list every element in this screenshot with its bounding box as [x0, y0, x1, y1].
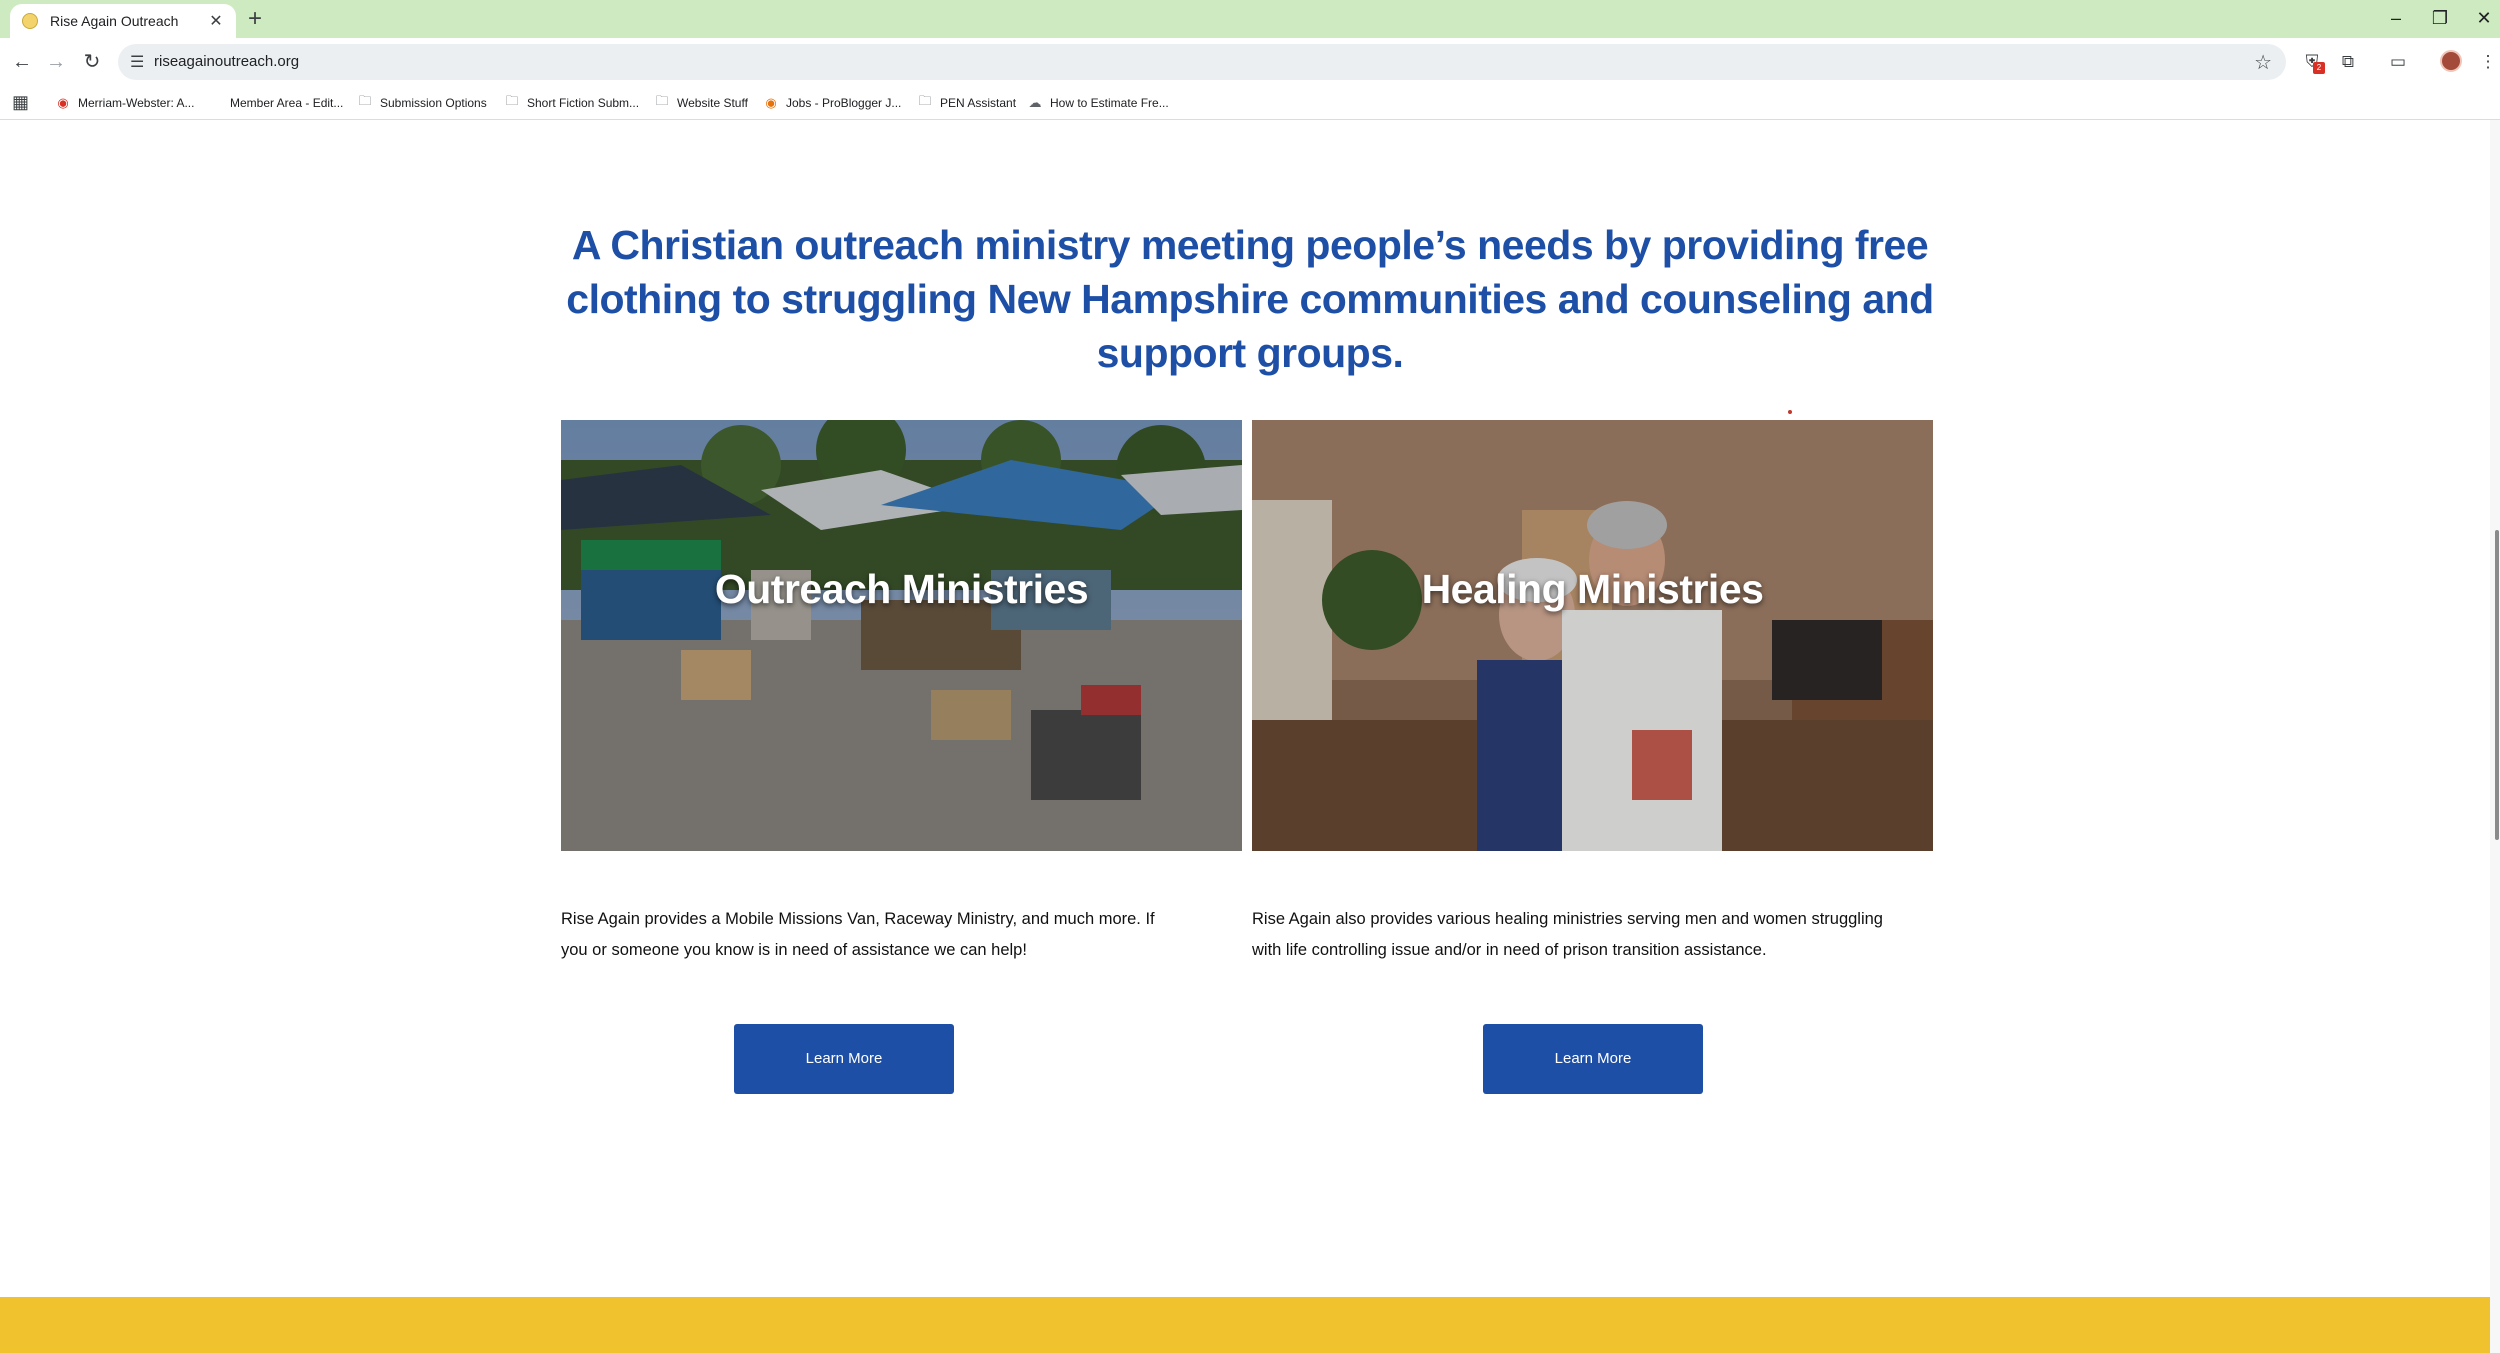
- bookmark-label: Jobs - ProBlogger J...: [786, 96, 902, 110]
- footer-banner: [0, 1297, 2490, 1353]
- bookmark-estimate[interactable]: ☁ How to Estimate Fre...: [1028, 93, 1169, 113]
- browser-toolbar: ← → ↻ ☰ riseagainoutreach.org ☆ ⛨ 2 ⧉ ▭ ⋮: [0, 38, 2500, 86]
- outreach-description: Rise Again provides a Mobile Missions Va…: [561, 910, 1155, 959]
- bookmark-short-fiction[interactable]: 🗀 Short Fiction Subm...: [505, 93, 639, 113]
- extensions-puzzle-icon[interactable]: ⧉: [2336, 50, 2360, 74]
- bookmark-submission-options[interactable]: 🗀 Submission Options: [358, 93, 487, 113]
- folder-icon: 🗀: [918, 93, 932, 108]
- bookmark-label: Website Stuff: [677, 96, 748, 110]
- bookmark-merriam-webster[interactable]: ◉ Merriam-Webster: A...: [56, 93, 194, 113]
- outreach-ministries-title: Outreach Ministries: [714, 566, 1089, 612]
- bookmark-problogger[interactable]: ◉ Jobs - ProBlogger J...: [764, 93, 901, 113]
- bookmark-star-icon[interactable]: ☆: [2254, 50, 2272, 75]
- mission-tagline: A Christian outreach ministry meeting pe…: [566, 222, 1934, 376]
- browser-menu-icon[interactable]: ⋮: [2476, 50, 2500, 74]
- bookmark-pen-assistant[interactable]: 🗀 PEN Assistant: [918, 93, 1016, 113]
- folder-icon: 🗀: [505, 93, 519, 108]
- folder-icon: 🗀: [655, 93, 669, 108]
- bookmark-label: Short Fiction Subm...: [527, 96, 640, 110]
- cast-media-icon[interactable]: ▭: [2386, 50, 2410, 74]
- back-arrow-icon[interactable]: ←: [8, 48, 36, 76]
- extension-badge: 2: [2313, 62, 2325, 74]
- healing-ministries-image[interactable]: Healing Ministries: [1252, 420, 1933, 851]
- cloud-icon: ☁: [1028, 95, 1042, 110]
- forward-arrow-icon[interactable]: →: [42, 48, 70, 76]
- scrollbar-thumb[interactable]: [2495, 530, 2499, 840]
- restore-button[interactable]: ❐: [2428, 6, 2452, 30]
- decorative-dot: [1788, 410, 1792, 414]
- bookmark-label: PEN Assistant: [940, 96, 1017, 110]
- healing-description: Rise Again also provides various healing…: [1252, 910, 1883, 959]
- bookmark-website-stuff[interactable]: 🗀 Website Stuff: [655, 93, 748, 113]
- tab-close-icon[interactable]: ✕: [208, 11, 224, 31]
- healing-learn-more-button[interactable]: Learn More: [1483, 1024, 1703, 1094]
- bookmark-label: Merriam-Webster: A...: [78, 96, 195, 110]
- folder-icon: 🗀: [358, 93, 372, 108]
- outreach-learn-more-button[interactable]: Learn More: [734, 1024, 954, 1094]
- page-content: A Christian outreach ministry meeting pe…: [0, 120, 2500, 1353]
- bookmark-label: Member Area - Edit...: [230, 96, 344, 110]
- tab-strip: Rise Again Outreach ✕ + – ❐ ✕: [0, 0, 2500, 38]
- site-favicon-icon: [22, 13, 38, 29]
- healing-ministries-title: Healing Ministries: [1421, 566, 1764, 612]
- outreach-ministries-image[interactable]: Outreach Ministries: [561, 420, 1242, 851]
- bookmarks-bar: ▦ ◉ Merriam-Webster: A... Member Area - …: [0, 86, 2500, 120]
- reload-icon[interactable]: ↻: [78, 48, 106, 76]
- minimize-button[interactable]: –: [2384, 6, 2408, 30]
- address-bar[interactable]: ☰ riseagainoutreach.org ☆: [118, 44, 2286, 80]
- extension-shield-icon[interactable]: ⛨ 2: [2300, 50, 2325, 74]
- apps-grid-icon[interactable]: ▦: [12, 92, 29, 113]
- url-text[interactable]: riseagainoutreach.org: [154, 53, 299, 70]
- outreach-photo: [561, 420, 1242, 851]
- close-window-button[interactable]: ✕: [2472, 6, 2496, 30]
- tab-title: Rise Again Outreach: [50, 13, 179, 29]
- new-tab-button[interactable]: +: [248, 6, 262, 32]
- browser-tab[interactable]: Rise Again Outreach ✕: [10, 4, 236, 38]
- problogger-icon: ◉: [765, 95, 777, 110]
- bookmark-label: Submission Options: [380, 96, 487, 110]
- healing-photo: [1252, 420, 1933, 851]
- mw-icon: ◉: [57, 95, 69, 110]
- profile-avatar[interactable]: [2440, 50, 2462, 72]
- bookmark-label: How to Estimate Fre...: [1050, 96, 1169, 110]
- site-info-icon[interactable]: ☰: [130, 52, 144, 72]
- bookmark-member-area[interactable]: Member Area - Edit...: [208, 93, 343, 113]
